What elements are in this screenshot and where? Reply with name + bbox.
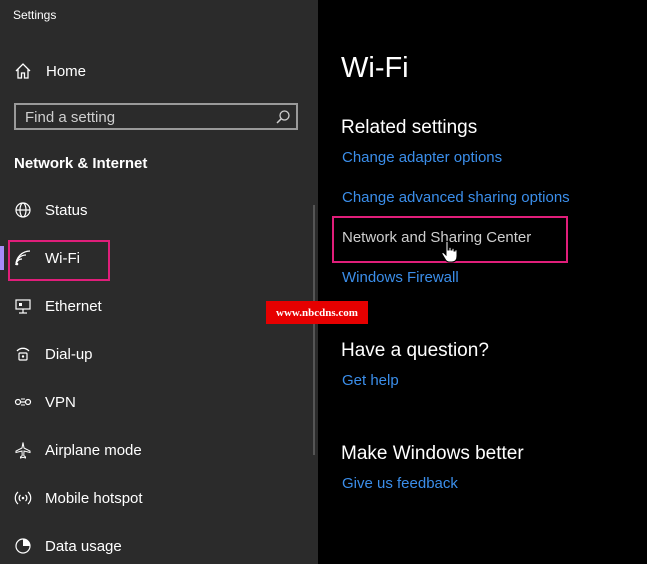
sidebar-item-data-usage[interactable]: Data usage <box>0 529 318 563</box>
question-heading: Have a question? <box>341 340 489 361</box>
sidebar-item-mobile-hotspot[interactable]: Mobile hotspot <box>0 481 318 515</box>
watermark-label: www.nbcdns.com <box>266 301 368 324</box>
hotspot-icon <box>14 489 32 507</box>
sidebar-item-label: Wi-Fi <box>45 249 80 267</box>
sidebar-item-status[interactable]: Status <box>0 193 318 227</box>
search-box[interactable] <box>14 103 298 130</box>
sidebar-item-wifi[interactable]: Wi-Fi <box>0 241 318 275</box>
globe-icon <box>14 201 32 219</box>
app-title: Settings <box>13 8 57 22</box>
sidebar-item-vpn[interactable]: VPN <box>0 385 318 419</box>
airplane-icon <box>14 441 32 459</box>
sidebar-item-label: Ethernet <box>45 297 102 315</box>
get-help-link[interactable]: Get help <box>342 372 399 389</box>
page-title: Wi-Fi <box>341 52 409 84</box>
data-usage-icon <box>14 537 32 555</box>
sidebar: Settings Home Network & Internet Status … <box>0 0 318 564</box>
sidebar-item-label: Dial-up <box>45 345 93 363</box>
change-adapter-options-link[interactable]: Change adapter options <box>342 149 502 166</box>
better-heading: Make Windows better <box>341 443 524 464</box>
sidebar-item-label: Mobile hotspot <box>45 489 143 507</box>
hand-cursor-icon <box>441 240 458 263</box>
search-input[interactable] <box>25 108 265 126</box>
vpn-icon <box>14 393 32 411</box>
sidebar-item-airplane[interactable]: Airplane mode <box>0 433 318 467</box>
home-label: Home <box>46 62 87 80</box>
wifi-icon <box>14 249 32 267</box>
network-sharing-center-link[interactable]: Network and Sharing Center <box>342 229 531 246</box>
home-icon <box>15 63 31 79</box>
sidebar-item-label: VPN <box>45 393 76 411</box>
sidebar-scrollbar[interactable] <box>313 205 315 455</box>
active-indicator <box>0 246 4 270</box>
sidebar-item-label: Airplane mode <box>45 441 142 459</box>
give-feedback-link[interactable]: Give us feedback <box>342 475 458 492</box>
sidebar-item-label: Status <box>45 201 88 219</box>
ethernet-icon <box>14 297 32 315</box>
home-button[interactable]: Home <box>14 60 86 82</box>
related-settings-heading: Related settings <box>341 117 478 138</box>
change-advanced-sharing-link[interactable]: Change advanced sharing options <box>342 189 570 206</box>
search-icon[interactable] <box>275 109 291 125</box>
section-title: Network & Internet <box>14 155 148 172</box>
sidebar-item-dialup[interactable]: Dial-up <box>0 337 318 371</box>
windows-firewall-link[interactable]: Windows Firewall <box>342 269 459 286</box>
sidebar-item-label: Data usage <box>45 537 122 555</box>
dialup-icon <box>14 345 32 363</box>
